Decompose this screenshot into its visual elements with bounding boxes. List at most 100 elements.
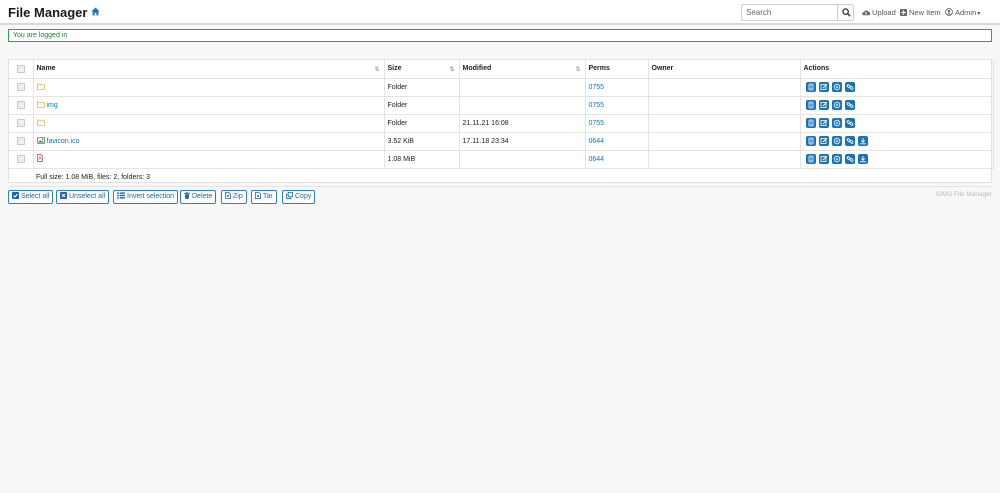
select-all-checkbox[interactable] xyxy=(16,64,25,73)
file-perms-link[interactable]: 0644 xyxy=(589,138,605,145)
file-perms-link[interactable]: 0755 xyxy=(589,102,605,109)
file-owner xyxy=(648,150,801,169)
file-perms-cell: 0755 xyxy=(585,114,649,133)
direct-link-button[interactable] xyxy=(844,100,855,110)
delete-button[interactable]: Delete xyxy=(180,190,217,204)
file-owner xyxy=(648,78,801,97)
check-square-icon xyxy=(12,192,19,199)
row-checkbox-cell xyxy=(9,114,34,133)
file-name-cell xyxy=(33,114,385,133)
file-size: 3.52 KiB xyxy=(384,132,460,151)
file-modified xyxy=(459,96,586,115)
file-modified: 17.11.18 23:34 xyxy=(459,132,586,151)
summary-text: Full size: 1.08 MiB, files: 2, folders: … xyxy=(33,168,993,187)
column-size[interactable]: Size ⇅ xyxy=(384,60,460,79)
file-archive-icon xyxy=(255,192,261,199)
caret-down-icon: ▾ xyxy=(977,11,981,17)
folder-icon xyxy=(36,83,45,92)
file-modified: 21.11.21 16:08 xyxy=(459,114,586,133)
row-checkbox[interactable] xyxy=(16,83,25,91)
column-modified[interactable]: Modified ⇅ xyxy=(459,60,586,79)
table-row[interactable]: 1.08 MiB 0644 xyxy=(9,150,994,169)
info-button[interactable] xyxy=(805,118,816,128)
search-input[interactable] xyxy=(742,5,838,20)
row-checkbox[interactable] xyxy=(16,101,25,109)
top-navbar: File Manager Upload New Item Admin▾ xyxy=(0,0,1000,25)
zip-label: Zip xyxy=(233,193,243,200)
sort-icon: ⇅ xyxy=(449,67,455,73)
tar-button[interactable]: Tar xyxy=(251,190,277,204)
direct-link-button[interactable] xyxy=(844,118,855,128)
invert-selection-button[interactable]: Invert selection xyxy=(113,190,179,204)
column-actions: Actions xyxy=(800,60,994,79)
file-owner xyxy=(648,96,801,115)
image-file-icon xyxy=(36,136,45,146)
tar-label: Tar xyxy=(263,193,273,200)
file-perms-cell: 0755 xyxy=(585,96,649,115)
invert-selection-label: Invert selection xyxy=(127,193,175,200)
zip-button[interactable]: Zip xyxy=(221,190,247,204)
file-perms-cell: 0755 xyxy=(585,78,649,97)
info-button[interactable] xyxy=(805,82,816,92)
column-name-label: Name xyxy=(36,65,56,73)
table-row[interactable]: favicon.ico 3.52 KiB 17.11.18 23:34 0644 xyxy=(9,132,994,151)
window-close-icon xyxy=(60,192,67,199)
copy-button[interactable] xyxy=(831,100,842,110)
rename-button[interactable] xyxy=(818,118,829,128)
user-menu[interactable]: Admin▾ xyxy=(945,8,980,17)
folder-icon xyxy=(36,101,45,110)
file-perms-link[interactable]: 0755 xyxy=(589,120,605,127)
copy-button[interactable] xyxy=(831,118,842,128)
row-checkbox[interactable] xyxy=(16,119,25,127)
upload-label: Upload xyxy=(872,8,896,17)
file-actions xyxy=(800,132,994,151)
search-button[interactable] xyxy=(837,5,853,20)
table-row[interactable]: Folder 0755 xyxy=(9,78,994,97)
file-perms-link[interactable]: 0755 xyxy=(589,84,605,91)
unselect-all-label: Unselect all xyxy=(69,193,106,200)
column-name[interactable]: Name ⇅ xyxy=(33,60,385,79)
delete-label: Delete xyxy=(192,193,213,200)
direct-link-button[interactable] xyxy=(844,82,855,92)
file-modified xyxy=(459,78,586,97)
row-checkbox-cell xyxy=(9,96,34,115)
row-checkbox[interactable] xyxy=(16,137,25,145)
file-perms-cell: 0644 xyxy=(585,150,649,169)
app-title[interactable]: File Manager xyxy=(8,5,87,20)
column-modified-label: Modified xyxy=(462,65,492,73)
row-checkbox[interactable] xyxy=(16,155,25,163)
file-owner xyxy=(648,114,801,133)
info-button[interactable] xyxy=(805,154,816,164)
copy-button[interactable]: Copy xyxy=(282,190,316,204)
download-button[interactable] xyxy=(857,154,868,164)
folder-icon xyxy=(36,119,45,128)
column-owner: Owner xyxy=(648,60,801,79)
copy-button[interactable] xyxy=(831,154,842,164)
info-button[interactable] xyxy=(805,100,816,110)
home-icon[interactable] xyxy=(91,7,100,16)
file-name-link[interactable]: favicon.ico xyxy=(47,138,80,145)
rename-button[interactable] xyxy=(818,82,829,92)
select-all-button[interactable]: Select all xyxy=(8,190,54,204)
unselect-all-button[interactable]: Unselect all xyxy=(56,190,110,204)
file-name-link[interactable]: img xyxy=(47,102,58,109)
new-item-label: New Item xyxy=(909,8,941,17)
copy-button[interactable] xyxy=(831,82,842,92)
table-row[interactable]: Folder 21.11.21 16:08 0755 xyxy=(9,114,994,133)
upload-link[interactable]: Upload xyxy=(862,8,896,17)
copy-button[interactable] xyxy=(831,136,842,146)
rename-button[interactable] xyxy=(818,154,829,164)
file-perms-link[interactable]: 0644 xyxy=(589,156,605,163)
info-button[interactable] xyxy=(805,136,816,146)
plus-square-icon xyxy=(900,9,907,16)
file-actions xyxy=(800,114,994,133)
select-all-checkbox-cell xyxy=(9,60,34,79)
rename-button[interactable] xyxy=(818,100,829,110)
rename-button[interactable] xyxy=(818,136,829,146)
direct-link-button[interactable] xyxy=(844,154,855,164)
download-button[interactable] xyxy=(857,136,868,146)
new-item-link[interactable]: New Item xyxy=(900,8,941,17)
direct-link-button[interactable] xyxy=(844,136,855,146)
file-actions xyxy=(800,96,994,115)
table-row[interactable]: img Folder 0755 xyxy=(9,96,994,115)
